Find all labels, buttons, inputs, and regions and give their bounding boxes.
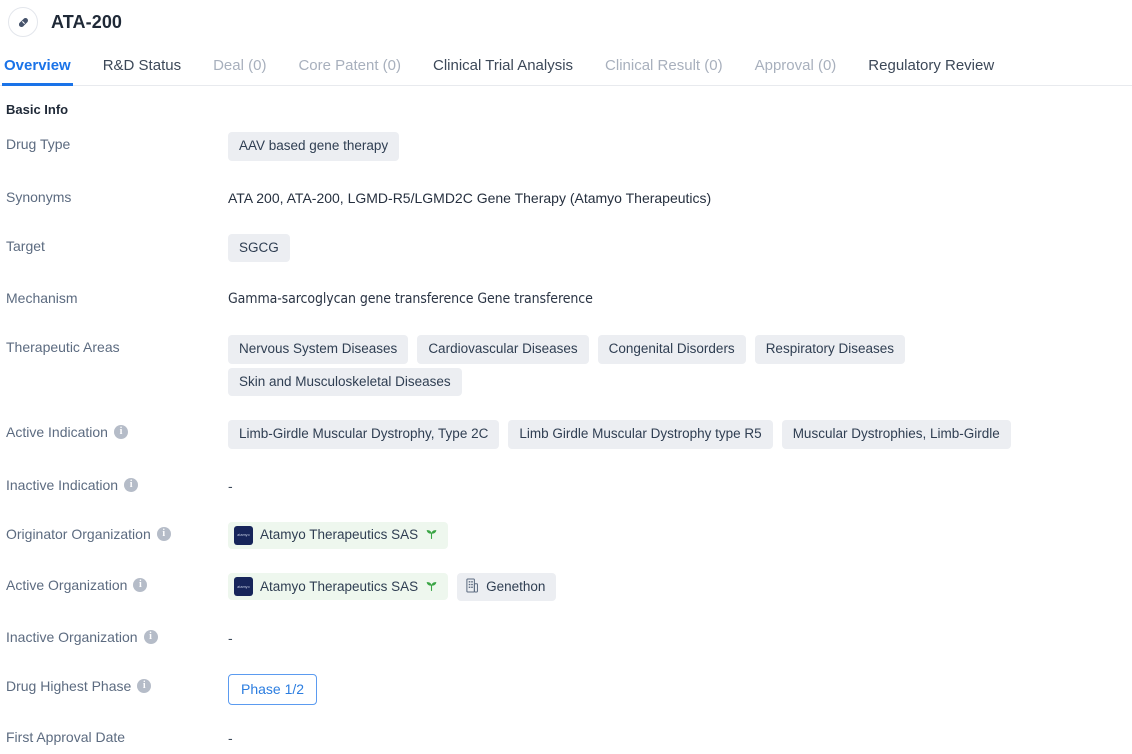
chip-organization[interactable]: Genethon bbox=[457, 572, 557, 602]
row-label: Active Organization i bbox=[0, 572, 228, 594]
row-value: atamyo Atamyo Therapeutics SAS bbox=[228, 572, 1132, 606]
page-header: ATA-200 bbox=[0, 0, 1132, 44]
row-label: Inactive Organization i bbox=[0, 624, 228, 646]
row-inactive-organization: Inactive Organization i - bbox=[0, 624, 1132, 654]
tab-core-patent[interactable]: Core Patent (0) bbox=[298, 58, 401, 85]
mechanism-text: Gamma-sarcoglycan gene transference Gene… bbox=[228, 291, 593, 308]
label-text: Mechanism bbox=[6, 290, 78, 307]
row-value: Limb-Girdle Muscular Dystrophy, Type 2C … bbox=[228, 419, 1132, 453]
label-text: Inactive Indication bbox=[6, 476, 119, 493]
chip-active-indication[interactable]: Muscular Dystrophies, Limb-Girdle bbox=[781, 420, 1011, 449]
chip-therapeutic-area[interactable]: Congenital Disorders bbox=[597, 335, 746, 364]
row-label: Drug Type bbox=[0, 131, 228, 153]
row-value: ATA 200, ATA-200, LGMD-R5/LGMD2C Gene Th… bbox=[228, 184, 1132, 206]
row-value: - bbox=[228, 724, 1132, 746]
tab-overview[interactable]: Overview bbox=[2, 58, 73, 86]
label-text: Drug Highest Phase bbox=[6, 678, 132, 695]
row-label: Inactive Indication i bbox=[0, 472, 228, 494]
row-value: atamyo Atamyo Therapeutics SAS bbox=[228, 521, 1132, 553]
row-label: Synonyms bbox=[0, 184, 228, 206]
row-target: Target SGCG bbox=[0, 233, 1132, 267]
label-text: Synonyms bbox=[6, 188, 72, 205]
chip-drug-type[interactable]: AAV based gene therapy bbox=[228, 132, 400, 161]
sprout-icon bbox=[425, 579, 438, 596]
synonyms-text: ATA 200, ATA-200, LGMD-R5/LGMD2C Gene Th… bbox=[228, 189, 712, 206]
tab-clinical-result[interactable]: Clinical Result (0) bbox=[605, 58, 723, 85]
row-label: Originator Organization i bbox=[0, 521, 228, 543]
sprout-icon bbox=[425, 527, 438, 544]
label-text: First Approval Date bbox=[6, 729, 126, 746]
chip-organization[interactable]: atamyo Atamyo Therapeutics SAS bbox=[228, 573, 449, 601]
row-therapeutic-areas: Therapeutic Areas Nervous System Disease… bbox=[0, 334, 1132, 400]
page-title: ATA-200 bbox=[51, 11, 123, 32]
tab-approval[interactable]: Approval (0) bbox=[755, 58, 837, 85]
info-icon[interactable]: i bbox=[137, 679, 152, 694]
row-value: - bbox=[228, 624, 1132, 646]
row-inactive-indication: Inactive Indication i - bbox=[0, 472, 1132, 502]
empty-value: - bbox=[228, 477, 233, 494]
organization-logo-text: atamyo bbox=[237, 533, 250, 538]
row-value: SGCG bbox=[228, 233, 1132, 267]
chip-target[interactable]: SGCG bbox=[228, 233, 290, 263]
label-text: Therapeutic Areas bbox=[6, 339, 120, 356]
tab-deal[interactable]: Deal (0) bbox=[213, 58, 266, 85]
chip-active-indication[interactable]: Limb-Girdle Muscular Dystrophy, Type 2C bbox=[228, 420, 500, 449]
info-icon[interactable]: i bbox=[113, 425, 128, 440]
tab-bar: Overview R&D Status Deal (0) Core Patent… bbox=[0, 44, 1132, 86]
tab-clinical-trial-analysis[interactable]: Clinical Trial Analysis bbox=[433, 58, 573, 85]
chip-active-indication[interactable]: Limb Girdle Muscular Dystrophy type R5 bbox=[508, 420, 773, 449]
row-value: Nervous System Diseases Cardiovascular D… bbox=[228, 334, 1132, 400]
row-drug-highest-phase: Drug Highest Phase i Phase 1/2 bbox=[0, 673, 1132, 706]
row-value: AAV based gene therapy bbox=[228, 131, 1132, 165]
overview-panel: Basic Info Drug Type AAV based gene ther… bbox=[0, 86, 1132, 754]
info-icon[interactable]: i bbox=[156, 526, 171, 541]
row-value: - bbox=[228, 472, 1132, 494]
chip-therapeutic-area[interactable]: Respiratory Diseases bbox=[754, 335, 905, 364]
chip-therapeutic-area[interactable]: Nervous System Diseases bbox=[228, 335, 409, 364]
label-text: Active Organization bbox=[6, 576, 128, 593]
label-text: Target bbox=[6, 237, 45, 254]
organization-name: Genethon bbox=[486, 579, 546, 595]
row-drug-type: Drug Type AAV based gene therapy bbox=[0, 131, 1132, 165]
row-synonyms: Synonyms ATA 200, ATA-200, LGMD-R5/LGMD2… bbox=[0, 184, 1132, 214]
section-title-basic-info: Basic Info bbox=[6, 102, 69, 117]
row-active-indication: Active Indication i Limb-Girdle Muscular… bbox=[0, 419, 1132, 453]
chip-therapeutic-area[interactable]: Cardiovascular Diseases bbox=[417, 335, 589, 364]
label-text: Active Indication bbox=[6, 424, 108, 441]
row-value: Phase 1/2 bbox=[228, 673, 1132, 706]
tab-regulatory-review[interactable]: Regulatory Review bbox=[868, 58, 994, 85]
chip-organization[interactable]: atamyo Atamyo Therapeutics SAS bbox=[228, 521, 449, 549]
tab-rd-status[interactable]: R&D Status bbox=[103, 58, 181, 85]
row-first-approval-date: First Approval Date - bbox=[0, 724, 1132, 754]
row-label: Mechanism bbox=[0, 285, 228, 307]
label-text: Drug Type bbox=[6, 136, 71, 152]
organization-logo-icon: atamyo bbox=[234, 525, 253, 545]
row-label: Therapeutic Areas bbox=[0, 334, 228, 356]
info-icon[interactable]: i bbox=[124, 477, 139, 492]
label-text: Inactive Organization bbox=[6, 629, 138, 646]
organization-logo-icon: atamyo bbox=[234, 577, 253, 597]
organization-logo-text: atamyo bbox=[237, 584, 250, 589]
row-label: Active Indication i bbox=[0, 419, 228, 441]
company-building-icon bbox=[465, 578, 479, 597]
status-badge-phase[interactable]: Phase 1/2 bbox=[228, 674, 318, 706]
row-originator-organization: Originator Organization i atamyo Atamyo … bbox=[0, 521, 1132, 553]
row-value: Gamma-sarcoglycan gene transference Gene… bbox=[228, 285, 1132, 307]
info-icon[interactable]: i bbox=[143, 630, 158, 645]
empty-value: - bbox=[228, 630, 233, 647]
pill-capsule-icon bbox=[8, 7, 38, 37]
row-label: First Approval Date bbox=[0, 724, 228, 746]
row-label: Drug Highest Phase i bbox=[0, 673, 228, 695]
row-label: Target bbox=[0, 233, 228, 255]
organization-name: Atamyo Therapeutics SAS bbox=[260, 527, 419, 543]
organization-name: Atamyo Therapeutics SAS bbox=[260, 579, 419, 595]
chip-therapeutic-area[interactable]: Skin and Musculoskeletal Diseases bbox=[228, 367, 462, 397]
info-icon[interactable]: i bbox=[133, 577, 148, 592]
row-mechanism: Mechanism Gamma-sarcoglycan gene transfe… bbox=[0, 285, 1132, 315]
row-active-organization: Active Organization i atamyo Atamyo Ther… bbox=[0, 572, 1132, 606]
empty-value: - bbox=[228, 730, 233, 747]
label-text: Originator Organization bbox=[6, 525, 151, 542]
